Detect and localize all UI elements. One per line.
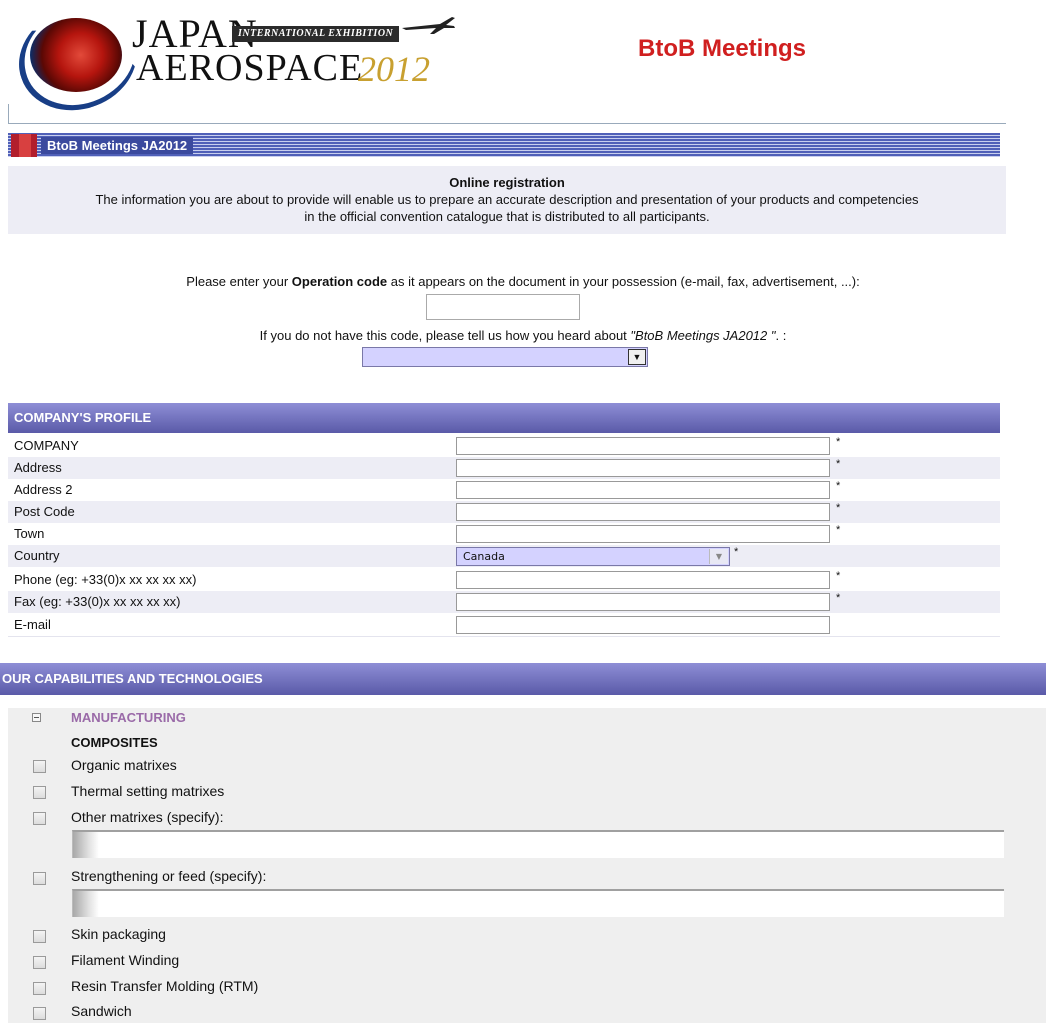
sandwich-checkbox[interactable]: [33, 1007, 46, 1020]
rtm-label: Resin Transfer Molding (RTM): [71, 978, 259, 994]
logo-aerospace-text: AEROSPACE: [136, 47, 364, 89]
collapse-icon[interactable]: [32, 713, 41, 722]
town-label: Town: [14, 526, 45, 541]
required-marker: *: [836, 592, 841, 604]
header-divider-tick: [8, 104, 9, 124]
profile-row-country: Country Canada ▼ *: [8, 545, 1000, 567]
post-code-label: Post Code: [14, 504, 75, 519]
address-label: Address: [14, 460, 62, 475]
sandwich-label: Sandwich: [71, 1003, 132, 1019]
required-marker: *: [836, 570, 841, 582]
required-marker: *: [836, 502, 841, 514]
company-profile-header: COMPANY'S PROFILE: [8, 403, 1000, 433]
strengthening-feed-label: Strengthening or feed (specify):: [71, 868, 267, 884]
address-2-label: Address 2: [14, 482, 73, 497]
profile-row-email: E-mail: [8, 614, 1000, 637]
capabilities-panel: [8, 708, 1046, 1023]
profile-row-town: Town *: [8, 523, 1000, 545]
profile-row-address: Address *: [8, 457, 1000, 479]
email-input[interactable]: [456, 616, 830, 634]
logo-year-text: 2012: [358, 49, 430, 89]
dropdown-arrow-icon[interactable]: ▼: [628, 349, 646, 365]
country-select[interactable]: Canada ▼: [456, 547, 730, 566]
operation-code-prompt-prefix: Please enter your: [186, 274, 292, 289]
intro-box: Online registration The information you …: [8, 166, 1006, 234]
intro-line-2: in the official convention catalogue tha…: [304, 209, 710, 224]
profile-row-phone: Phone (eg: +33(0)x xx xx xx xx) *: [8, 569, 1000, 591]
logo-orb-graphic: [30, 18, 122, 92]
strengthening-feed-specify-input[interactable]: [72, 889, 1004, 917]
heard-about-prompt-italic: "BtoB Meetings JA2012 ": [630, 328, 776, 343]
heard-about-prompt: If you do not have this code, please tel…: [0, 328, 1046, 343]
header-divider: [8, 123, 1006, 124]
company-label: COMPANY: [14, 438, 79, 453]
section-title-bar: BtoB Meetings JA2012: [8, 133, 1000, 157]
heard-about-prompt-prefix: If you do not have this code, please tel…: [259, 328, 631, 343]
capabilities-header: OUR CAPABILITIES AND TECHNOLOGIES: [0, 663, 1046, 695]
operation-code-prompt-bold: Operation code: [291, 274, 388, 289]
other-matrixes-label: Other matrixes (specify):: [71, 809, 224, 825]
input-grip: [73, 832, 99, 858]
other-matrixes-checkbox[interactable]: [33, 812, 46, 825]
section-title: BtoB Meetings JA2012: [41, 137, 194, 154]
skin-packaging-checkbox[interactable]: [33, 930, 46, 943]
required-marker: *: [836, 458, 841, 470]
town-input[interactable]: [456, 525, 830, 543]
heard-about-prompt-suffix: . :: [775, 328, 787, 343]
dropdown-arrow-icon[interactable]: ▼: [709, 549, 728, 564]
other-matrixes-specify-input[interactable]: [72, 830, 1004, 858]
input-grip: [73, 891, 99, 917]
email-label: E-mail: [14, 617, 51, 632]
organic-matrixes-label: Organic matrixes: [71, 757, 177, 773]
rtm-checkbox[interactable]: [33, 982, 46, 995]
category-manufacturing[interactable]: MANUFACTURING: [71, 710, 186, 725]
page-title: BtoB Meetings: [638, 35, 806, 62]
heard-about-select[interactable]: ▼: [362, 347, 648, 367]
page-header: JAPAN INTERNATIONAL EXHIBITION AEROSPACE…: [0, 0, 1046, 127]
phone-label: Phone (eg: +33(0)x xx xx xx xx): [14, 572, 197, 587]
profile-row-address-2: Address 2 *: [8, 479, 1000, 501]
required-marker: *: [836, 436, 841, 448]
operation-code-prompt-suffix: as it appears on the document in your po…: [387, 274, 860, 289]
profile-row-fax: Fax (eg: +33(0)x xx xx xx xx) *: [8, 591, 1000, 613]
organic-matrixes-checkbox[interactable]: [33, 760, 46, 773]
operation-code-prompt: Please enter your Operation code as it a…: [0, 274, 1046, 289]
operation-code-input[interactable]: [426, 294, 580, 320]
subcategory-composites: COMPOSITES: [71, 735, 158, 750]
required-marker: *: [836, 524, 841, 536]
filament-winding-label: Filament Winding: [71, 952, 180, 968]
profile-row-company: COMPANY *: [8, 435, 1000, 457]
filament-winding-checkbox[interactable]: [33, 956, 46, 969]
thermal-setting-matrixes-label: Thermal setting matrixes: [71, 783, 225, 799]
intro-heading: Online registration: [449, 175, 565, 190]
company-input[interactable]: [456, 437, 830, 455]
profile-row-post-code: Post Code *: [8, 501, 1000, 523]
thermal-setting-matrixes-checkbox[interactable]: [33, 786, 46, 799]
logo-international-text: INTERNATIONAL EXHIBITION: [232, 26, 400, 42]
phone-input[interactable]: [456, 571, 830, 589]
country-label: Country: [14, 548, 60, 563]
intro-line-1: The information you are about to provide…: [95, 192, 919, 207]
fax-input[interactable]: [456, 593, 830, 611]
required-marker: *: [734, 546, 739, 558]
country-selected-value: Canada: [463, 550, 505, 563]
strengthening-feed-checkbox[interactable]: [33, 872, 46, 885]
airplane-icon: [402, 17, 455, 34]
address-input[interactable]: [456, 459, 830, 477]
post-code-input[interactable]: [456, 503, 830, 521]
fax-label: Fax (eg: +33(0)x xx xx xx xx): [14, 594, 181, 609]
required-marker: *: [836, 480, 841, 492]
address-2-input[interactable]: [456, 481, 830, 499]
skin-packaging-label: Skin packaging: [71, 926, 166, 942]
section-marker-icon: [11, 134, 37, 157]
